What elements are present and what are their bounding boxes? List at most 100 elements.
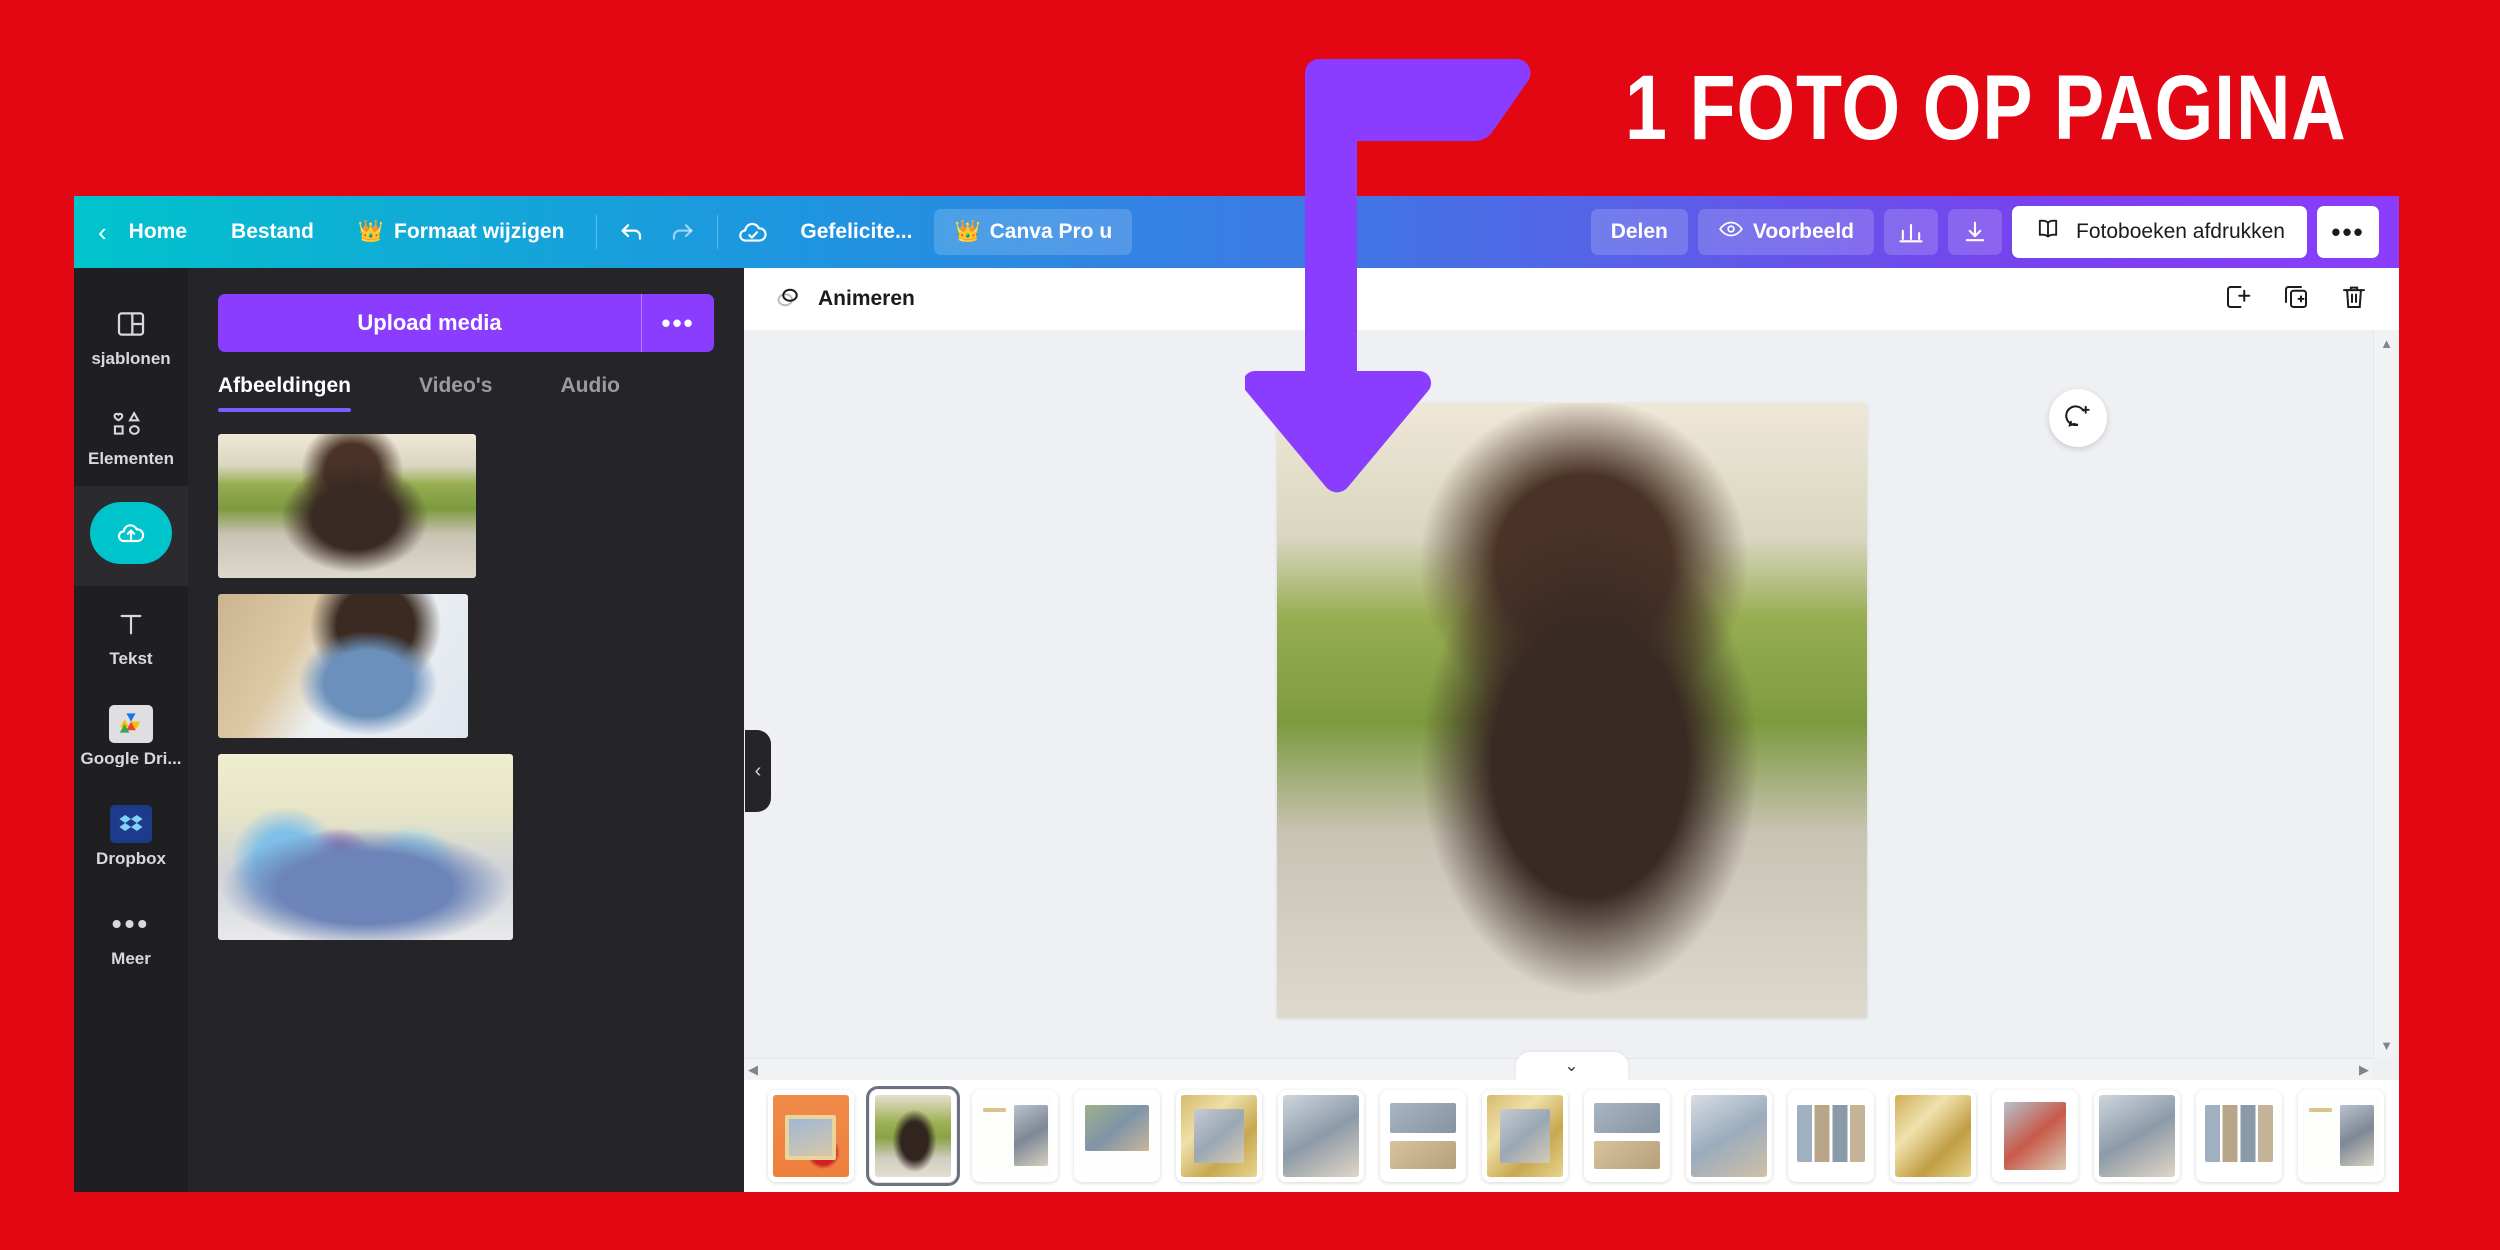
print-photobooks-button[interactable]: Fotoboeken afdrukken — [2012, 206, 2307, 258]
sidebar-item-dropbox[interactable]: Dropbox — [74, 786, 188, 886]
page-thumbnail[interactable] — [866, 1086, 960, 1186]
page-actions — [2223, 282, 2369, 317]
design-title[interactable]: Gefelicite... — [778, 209, 934, 255]
caret-down-icon[interactable]: ▼ — [2380, 1039, 2393, 1052]
layout-template-icon — [115, 305, 147, 343]
upload-media-button[interactable]: Upload media — [218, 294, 641, 352]
more-options-button[interactable]: ••• — [2317, 206, 2379, 258]
resize-button[interactable]: 👑 Formaat wijzigen — [336, 209, 587, 255]
top-toolbar: ‹ Home Bestand 👑 Formaat wijzigen Gefeli… — [74, 196, 2399, 268]
page-thumbnail-preview — [1079, 1095, 1155, 1177]
sidebar-label-tekst: Tekst — [109, 650, 153, 667]
add-page-icon[interactable] — [2223, 282, 2253, 317]
print-photobooks-label: Fotoboeken afdrukken — [2076, 220, 2285, 243]
page-thumbnail[interactable] — [1992, 1090, 2078, 1182]
tab-afbeeldingen[interactable]: Afbeeldingen — [218, 374, 377, 412]
download-icon[interactable] — [1948, 209, 2003, 255]
cloud-check-icon[interactable] — [728, 209, 778, 255]
dropbox-icon — [110, 805, 152, 843]
toolbar-divider — [596, 215, 598, 249]
panel-collapse-button[interactable]: ‹ — [745, 730, 771, 812]
trash-icon[interactable] — [2339, 282, 2369, 317]
cloud-upload-icon — [90, 501, 172, 564]
sidebar-label-meer: Meer — [111, 950, 151, 967]
page-thumbnail-preview — [773, 1095, 849, 1177]
upload-thumbnail[interactable] — [218, 594, 468, 738]
canva-pro-label: Canva Pro u — [989, 220, 1113, 243]
upload-thumbnail[interactable] — [218, 434, 476, 578]
page-thumbnail-preview — [1691, 1095, 1767, 1177]
eye-icon — [1718, 216, 1744, 248]
page-thumbnail-strip[interactable] — [744, 1080, 2399, 1192]
canvas-vertical-scrollbar[interactable]: ▲ ▼ — [2373, 331, 2399, 1058]
redo-icon[interactable] — [657, 209, 707, 255]
preview-button[interactable]: Voorbeeld — [1697, 209, 1875, 255]
sidebar-item-sjablonen[interactable]: sjablonen — [74, 286, 188, 386]
page-thumbnail-preview — [1487, 1095, 1563, 1177]
upload-more-button[interactable]: ••• — [641, 294, 714, 352]
home-button[interactable]: Home — [107, 209, 209, 255]
canvas-area[interactable]: ▲ ▼ ◀ ▶ ⌄ — [744, 331, 2399, 1080]
uploads-tabs: Afbeeldingen Video's Audio — [218, 374, 714, 412]
page-thumbnail[interactable] — [2094, 1090, 2180, 1182]
sidebar-item-meer[interactable]: ••• Meer — [74, 886, 188, 986]
sidebar-item-tekst[interactable]: Tekst — [74, 586, 188, 686]
sidebar-item-elementen[interactable]: Elementen — [74, 386, 188, 486]
animate-icon — [774, 281, 804, 317]
page-thumbnail-preview — [1997, 1095, 2073, 1177]
upload-thumbnail[interactable] — [218, 754, 513, 940]
tab-afbeeldingen-label: Afbeeldingen — [218, 374, 352, 397]
undo-icon[interactable] — [607, 209, 657, 255]
page-thumbnail[interactable] — [1788, 1090, 1874, 1182]
add-comment-button[interactable] — [2049, 389, 2107, 447]
sidebar-item-google-drive[interactable]: Google Dri... — [74, 686, 188, 786]
page-thumbnail-preview — [1283, 1095, 1359, 1177]
share-button[interactable]: Delen — [1590, 209, 1688, 255]
resize-label: Formaat wijzigen — [394, 220, 565, 243]
sidebar-label-google-drive: Google Dri... — [80, 750, 182, 767]
canva-pro-button[interactable]: 👑 Canva Pro u — [934, 209, 1133, 255]
tool-rail: sjablonen Elementen Tekst Google Dri... … — [74, 268, 188, 1192]
chevron-left-icon[interactable]: ‹ — [98, 217, 107, 248]
page-thumbnail-preview — [1793, 1095, 1869, 1177]
annotation-headline: 1 FOTO OP PAGINA — [1625, 57, 2347, 159]
caret-up-icon[interactable]: ▲ — [2380, 337, 2393, 350]
page-thumbnail[interactable] — [1380, 1090, 1466, 1182]
file-menu-button[interactable]: Bestand — [209, 209, 336, 255]
workspace: sjablonen Elementen Tekst Google Dri... … — [74, 268, 2399, 1192]
book-icon — [2034, 215, 2062, 249]
page-thumbnail[interactable] — [1482, 1090, 1568, 1182]
animate-button[interactable]: Animeren — [774, 281, 915, 317]
page-thumbnail[interactable] — [1074, 1090, 1160, 1182]
canvas-column: Animeren ▲ ▼ ◀ ▶ ⌄ — [744, 268, 2399, 1192]
page-thumbnail[interactable] — [1278, 1090, 1364, 1182]
tab-videos[interactable]: Video's — [419, 374, 518, 412]
page-thumbnail[interactable] — [2298, 1090, 2384, 1182]
tab-spacer — [377, 374, 419, 412]
page-thumbnail[interactable] — [1890, 1090, 1976, 1182]
page-thumbnail[interactable] — [768, 1090, 854, 1182]
sidebar-label-elementen: Elementen — [88, 450, 174, 467]
page-thumbnail-preview — [1589, 1095, 1665, 1177]
canva-editor-window: ‹ Home Bestand 👑 Formaat wijzigen Gefeli… — [74, 196, 2399, 1192]
page-thumbnail-preview — [2303, 1095, 2379, 1177]
uploads-panel: Upload media ••• Afbeeldingen Video's Au… — [188, 268, 771, 1192]
page-thumbnail[interactable] — [1176, 1090, 1262, 1182]
caret-left-icon[interactable]: ◀ — [748, 1063, 758, 1076]
bar-chart-icon[interactable] — [1884, 209, 1939, 255]
page-strip-expand-button[interactable]: ⌄ — [1515, 1052, 1628, 1080]
page-thumbnail[interactable] — [1584, 1090, 1670, 1182]
tab-audio-label: Audio — [560, 374, 620, 397]
page-thumbnail-preview — [875, 1095, 951, 1177]
tab-audio[interactable]: Audio — [561, 374, 646, 412]
page-thumbnail[interactable] — [1686, 1090, 1772, 1182]
annotation-arrow — [1245, 59, 1531, 493]
chevron-left-icon: ‹ — [754, 759, 762, 782]
caret-right-icon[interactable]: ▶ — [2359, 1063, 2369, 1076]
page-thumbnail[interactable] — [2196, 1090, 2282, 1182]
page-thumbnail[interactable] — [972, 1090, 1058, 1182]
share-label: Delen — [1610, 220, 1668, 243]
screenshot-root: 1 FOTO OP PAGINA ‹ Home Bestand 👑 Formaa… — [0, 0, 2500, 1250]
sidebar-item-uploads[interactable] — [74, 486, 188, 586]
duplicate-page-icon[interactable] — [2281, 282, 2311, 317]
